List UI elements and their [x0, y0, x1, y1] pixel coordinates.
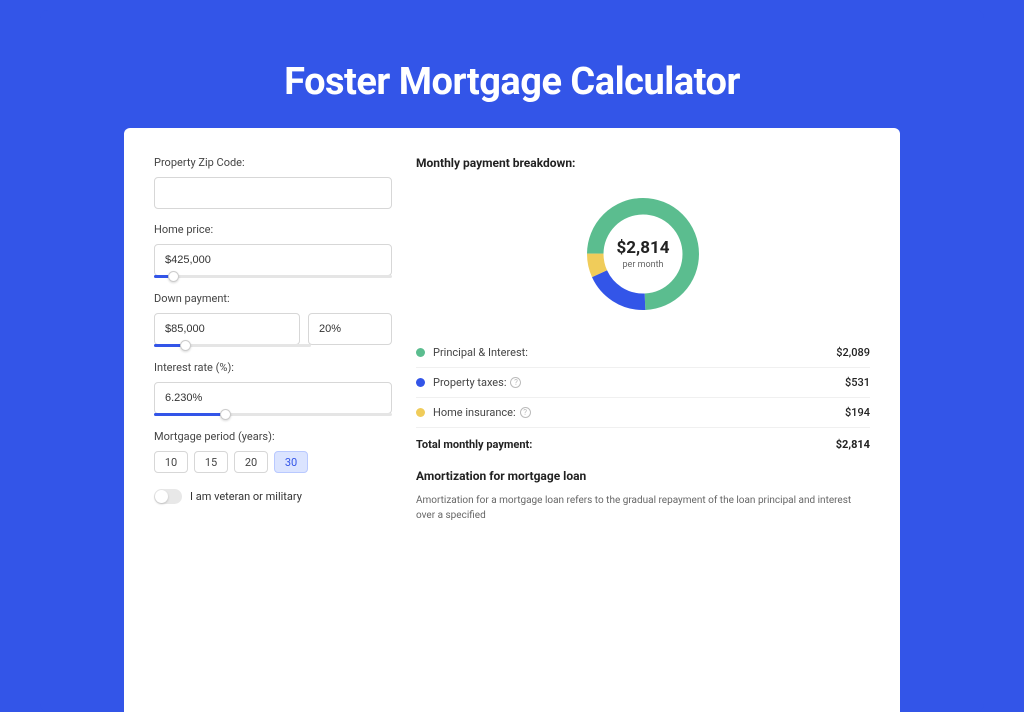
total-label: Total monthly payment: — [416, 438, 836, 451]
inputs-column: Property Zip Code: Home price: Down paym… — [154, 156, 392, 712]
veteran-toggle[interactable] — [154, 489, 182, 504]
period-button-30[interactable]: 30 — [274, 451, 308, 473]
donut-total: $2,814 — [617, 238, 670, 258]
donut-chart: $2,814 per month — [416, 184, 870, 324]
breakdown-row: Home insurance: ?$194 — [416, 398, 870, 428]
slider-thumb[interactable] — [180, 340, 191, 351]
breakdown-row: Principal & Interest:$2,089 — [416, 338, 870, 368]
zip-label: Property Zip Code: — [154, 156, 392, 169]
toggle-thumb — [155, 490, 168, 503]
veteran-label: I am veteran or military — [190, 490, 302, 503]
breakdown-title: Monthly payment breakdown: — [416, 156, 870, 170]
home-price-slider[interactable] — [154, 275, 392, 278]
interest-rate-input[interactable] — [154, 382, 392, 414]
breakdown-label: Property taxes: ? — [433, 376, 845, 389]
veteran-toggle-row: I am veteran or military — [154, 489, 392, 504]
mortgage-period-label: Mortgage period (years): — [154, 430, 392, 443]
info-icon[interactable]: ? — [510, 377, 521, 388]
breakdown-row: Property taxes: ?$531 — [416, 368, 870, 398]
zip-field: Property Zip Code: — [154, 156, 392, 209]
home-price-field: Home price: — [154, 223, 392, 278]
breakdown-column: Monthly payment breakdown: $2,814 per mo… — [416, 156, 870, 712]
home-price-input[interactable] — [154, 244, 392, 276]
legend-dot — [416, 408, 425, 417]
zip-input[interactable] — [154, 177, 392, 209]
period-button-15[interactable]: 15 — [194, 451, 228, 473]
slider-thumb[interactable] — [168, 271, 179, 282]
home-price-label: Home price: — [154, 223, 392, 236]
calculator-card: Property Zip Code: Home price: Down paym… — [124, 128, 900, 712]
period-button-20[interactable]: 20 — [234, 451, 268, 473]
breakdown-label: Principal & Interest: — [433, 346, 836, 359]
interest-rate-slider[interactable] — [154, 413, 392, 416]
slider-thumb[interactable] — [220, 409, 231, 420]
interest-rate-label: Interest rate (%): — [154, 361, 392, 374]
amortization-title: Amortization for mortgage loan — [416, 469, 870, 483]
legend-dot — [416, 378, 425, 387]
breakdown-value: $194 — [845, 406, 870, 419]
donut-sublabel: per month — [617, 260, 670, 270]
breakdown-label: Home insurance: ? — [433, 406, 845, 419]
down-payment-amount-input[interactable] — [154, 313, 300, 345]
interest-rate-field: Interest rate (%): — [154, 361, 392, 416]
amortization-text: Amortization for a mortgage loan refers … — [416, 493, 870, 523]
down-payment-label: Down payment: — [154, 292, 392, 305]
down-payment-field: Down payment: — [154, 292, 392, 347]
page-title: Foster Mortgage Calculator — [0, 60, 1024, 104]
breakdown-list: Principal & Interest:$2,089Property taxe… — [416, 338, 870, 428]
legend-dot — [416, 348, 425, 357]
info-icon[interactable]: ? — [520, 407, 531, 418]
down-payment-slider[interactable] — [154, 344, 311, 347]
total-row: Total monthly payment: $2,814 — [416, 428, 870, 469]
mortgage-period-field: Mortgage period (years): 10 15 20 30 — [154, 430, 392, 473]
period-button-10[interactable]: 10 — [154, 451, 188, 473]
down-payment-percent-input[interactable] — [308, 313, 392, 345]
breakdown-value: $2,089 — [836, 346, 870, 359]
total-value: $2,814 — [836, 438, 870, 451]
breakdown-value: $531 — [845, 376, 870, 389]
